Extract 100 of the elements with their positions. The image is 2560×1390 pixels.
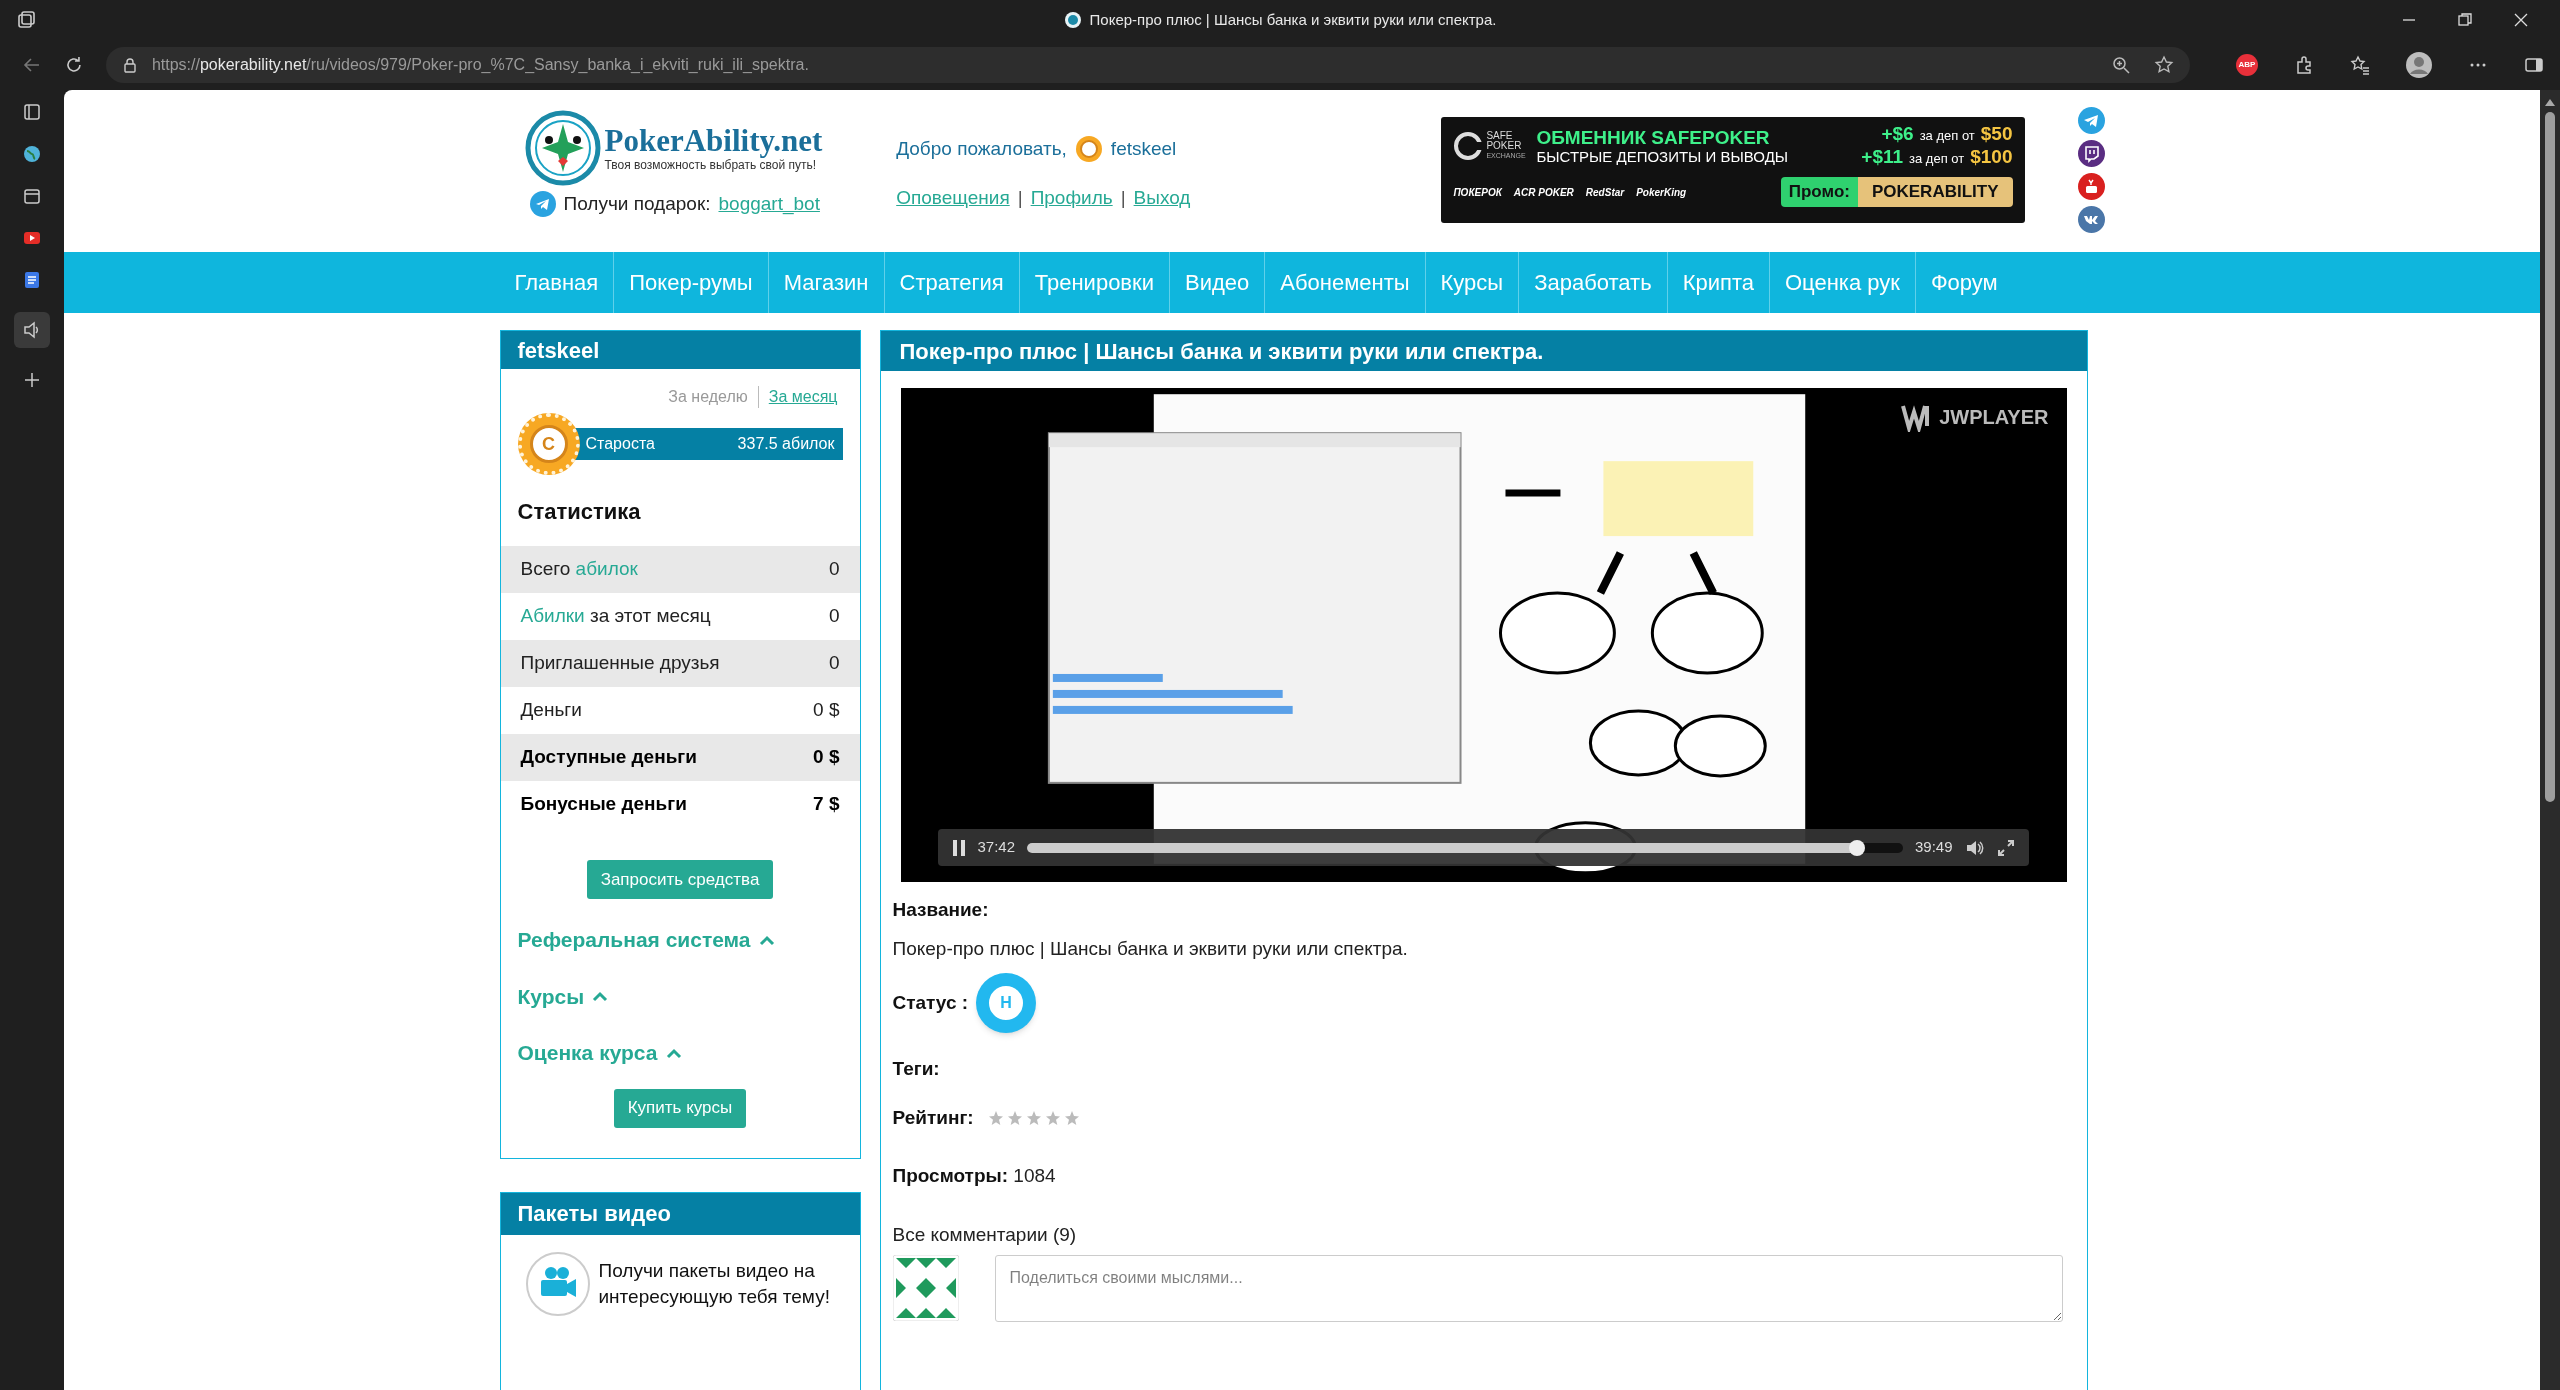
fullscreen-icon[interactable]: [1996, 838, 2015, 857]
logo-title: PokerAbility.net: [604, 124, 823, 158]
section-toggle[interactable]: Курсы: [500, 980, 860, 1012]
nav-item[interactable]: Абонементы: [1265, 252, 1426, 313]
stat-label: Приглашенные друзья: [520, 651, 720, 676]
stat-link[interactable]: Абилки: [520, 605, 585, 627]
bonus-condition: за деп от: [1919, 127, 1975, 145]
pause-icon[interactable]: [951, 838, 966, 857]
stat-value: 0: [828, 651, 840, 676]
stat-label: Деньги: [520, 698, 582, 723]
panel-title: fetskeel: [500, 331, 860, 369]
nav-item[interactable]: Главная: [499, 252, 615, 313]
nav-item[interactable]: Оценка рук: [1769, 252, 1916, 313]
nav-item[interactable]: Тренировки: [1019, 252, 1170, 313]
stat-label: Абилки за этот месяц: [520, 604, 711, 629]
buy-courses-button[interactable]: Купить курсы: [613, 1088, 747, 1128]
account-link[interactable]: Оповещения: [896, 183, 1010, 212]
add-icon[interactable]: [22, 370, 42, 390]
volume-icon[interactable]: [1964, 838, 1985, 857]
account-link[interactable]: Профиль: [1030, 183, 1113, 212]
url-text: https://pokerability.net/ru/videos/979/Poker-pro_%7C_Sansy_banka_i_ekviti_ruki_ili_spektra.: [151, 55, 809, 75]
promo-label: Промо:: [1780, 177, 1858, 207]
section-toggle[interactable]: Реферальная система: [500, 924, 860, 956]
calendar-icon[interactable]: [22, 186, 42, 206]
star-empty-icon[interactable]: [1063, 1109, 1080, 1126]
lock-icon: [121, 57, 138, 73]
exchange-brand: SAFE POKER: [1486, 131, 1523, 151]
period-tab[interactable]: За месяц: [768, 385, 838, 409]
nav-item[interactable]: Покер-румы: [614, 252, 769, 313]
telegram-icon[interactable]: [529, 191, 556, 218]
site-icon: [1063, 11, 1082, 29]
field-label: Рейтинг:: [892, 1105, 974, 1130]
sidebar-toggle-icon[interactable]: [2524, 55, 2544, 75]
star-rating[interactable]: [987, 1109, 1080, 1126]
video-name: Покер-про плюс | Шансы банка и эквити руки или спектра.: [892, 936, 1409, 961]
stat-value: 0: [828, 557, 840, 582]
stat-label: Всего абилок: [520, 557, 638, 582]
views-count: Просмотры: 1084: [892, 1164, 1057, 1188]
nav-item[interactable]: Заработать: [1519, 252, 1668, 313]
nav-item[interactable]: Форум: [1915, 252, 2013, 313]
nav-item[interactable]: Стратегия: [884, 252, 1020, 313]
address-bar[interactable]: https://pokerability.net/ru/videos/979/Poker-pro_%7C_Sansy_banka_i_ekviti_ruki_ili_spektra.: [105, 47, 2190, 83]
tabs-icon[interactable]: [22, 102, 42, 122]
chip-icon: [1074, 135, 1103, 164]
video-camera-icon: [524, 1250, 591, 1317]
tab-title: Покер-про плюс | Шансы банка и эквити руки или спектра.: [1089, 9, 1497, 30]
section-toggle[interactable]: Оценка курса: [500, 1037, 860, 1069]
profile-avatar-icon[interactable]: [2406, 52, 2432, 78]
stats-heading: Статистика: [516, 498, 642, 526]
youtube-icon[interactable]: [2077, 173, 2105, 200]
panel-title: Пакеты видео: [500, 1192, 860, 1235]
logo-icon: [524, 110, 601, 186]
zoom-icon[interactable]: [2112, 56, 2130, 74]
banner-subline: БЫСТРЫЕ ДЕПОЗИТЫ И ВЫВОДЫ: [1536, 147, 1789, 166]
nav-item[interactable]: Магазин: [768, 252, 885, 313]
rank-points: 337.5 абилок: [737, 434, 835, 454]
star-empty-icon[interactable]: [1025, 1109, 1042, 1126]
star-empty-icon[interactable]: [1044, 1109, 1061, 1126]
star-empty-icon[interactable]: [987, 1109, 1004, 1126]
account-link[interactable]: Выход: [1133, 183, 1191, 212]
bot-link[interactable]: boggart_bot: [718, 190, 820, 219]
nav-item[interactable]: Крипта: [1667, 252, 1770, 313]
comment-field[interactable]: Поделиться своими мыслями...: [994, 1255, 2063, 1322]
username-link[interactable]: fetskeel: [1110, 135, 1177, 164]
chevron-up-icon: [592, 990, 609, 1003]
packs-description: Получи пакеты видео на интересующую тебя тему!: [598, 1258, 831, 1309]
favorites-icon[interactable]: [2350, 55, 2370, 75]
chevron-up-icon: [665, 1046, 682, 1059]
user-avatar-icon: [892, 1255, 959, 1321]
adblock-extension-button[interactable]: ABP: [2236, 54, 2258, 76]
vk-icon[interactable]: [2077, 206, 2105, 233]
nav-item[interactable]: Видео: [1169, 252, 1266, 313]
comments-heading: Все комментарии (9): [892, 1222, 1078, 1247]
request-funds-button[interactable]: Запросить средства: [586, 860, 774, 899]
stat-value: 0 $: [813, 698, 840, 723]
scrollbar-thumb[interactable]: [2545, 112, 2555, 802]
stat-link[interactable]: абилок: [575, 558, 638, 580]
tab-actions-icon[interactable]: [16, 10, 36, 30]
bonus-condition: за деп от: [1909, 150, 1965, 168]
scroll-up-icon[interactable]: [2545, 98, 2555, 106]
star-empty-icon[interactable]: [1006, 1109, 1023, 1126]
period-tab[interactable]: За неделю: [668, 385, 748, 409]
link-separator: |: [1017, 185, 1023, 210]
stat-value: 0 $: [813, 745, 840, 770]
video-title: Покер-про плюс | Шансы банка и эквити руки или спектра.: [880, 331, 2087, 371]
globe-icon[interactable]: [22, 144, 42, 164]
speaker-tab-button[interactable]: [14, 312, 50, 348]
restore-icon[interactable]: [2458, 13, 2472, 27]
partner-logo: ACR POKER: [1513, 185, 1574, 200]
progress-thumb[interactable]: [1848, 839, 1865, 856]
document-icon[interactable]: [22, 270, 42, 290]
telegram-icon[interactable]: [2077, 107, 2105, 134]
twitch-icon[interactable]: [2077, 140, 2105, 167]
field-label: Статус :: [892, 990, 969, 1015]
nav-item[interactable]: Курсы: [1425, 252, 1520, 313]
close-icon[interactable]: [2514, 13, 2528, 27]
favorite-star-icon[interactable]: [2154, 55, 2174, 75]
field-label: Название:: [892, 898, 990, 922]
extensions-icon[interactable]: [2294, 55, 2314, 75]
rank-name: Староста: [585, 434, 655, 454]
